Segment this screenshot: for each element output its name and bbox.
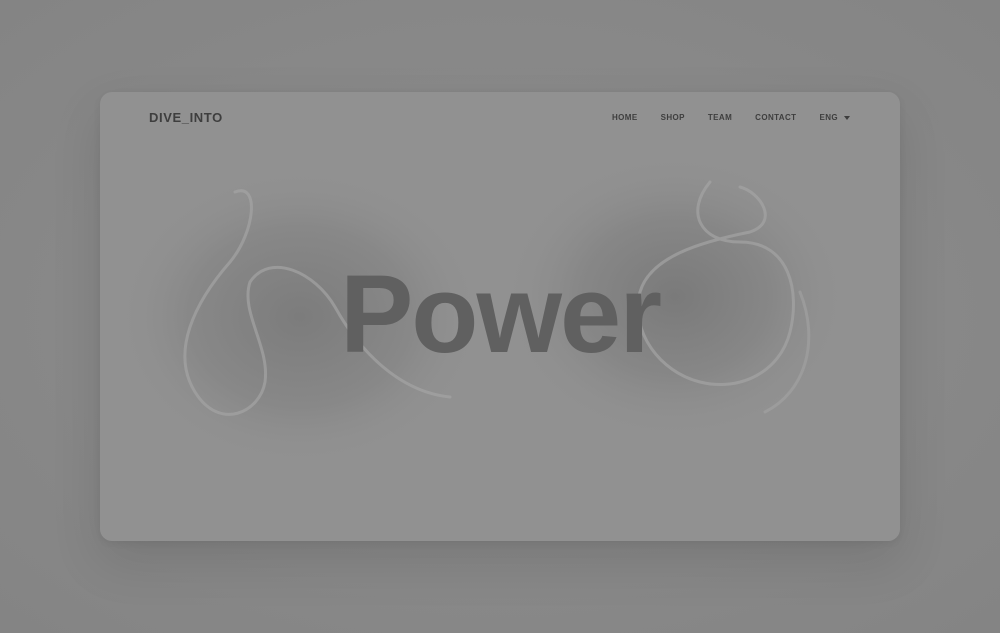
language-label: ENG: [819, 113, 838, 122]
nav-item-team[interactable]: TEAM: [708, 113, 732, 122]
website-card: DIVE_INTO HOME SHOP TEAM CONTACT ENG Pow…: [100, 92, 900, 541]
brand-logo[interactable]: DIVE_INTO: [149, 110, 223, 125]
page-backdrop: DIVE_INTO HOME SHOP TEAM CONTACT ENG Pow…: [0, 0, 1000, 633]
top-navbar: DIVE_INTO HOME SHOP TEAM CONTACT ENG: [100, 92, 900, 144]
language-selector[interactable]: ENG: [819, 113, 850, 122]
nav-item-contact[interactable]: CONTACT: [755, 113, 796, 122]
nav-links: HOME SHOP TEAM CONTACT ENG: [589, 113, 850, 122]
nav-item-home[interactable]: HOME: [612, 113, 638, 122]
nav-item-shop[interactable]: SHOP: [661, 113, 685, 122]
hero-title: Power: [339, 253, 662, 376]
caret-down-icon: [844, 115, 850, 120]
